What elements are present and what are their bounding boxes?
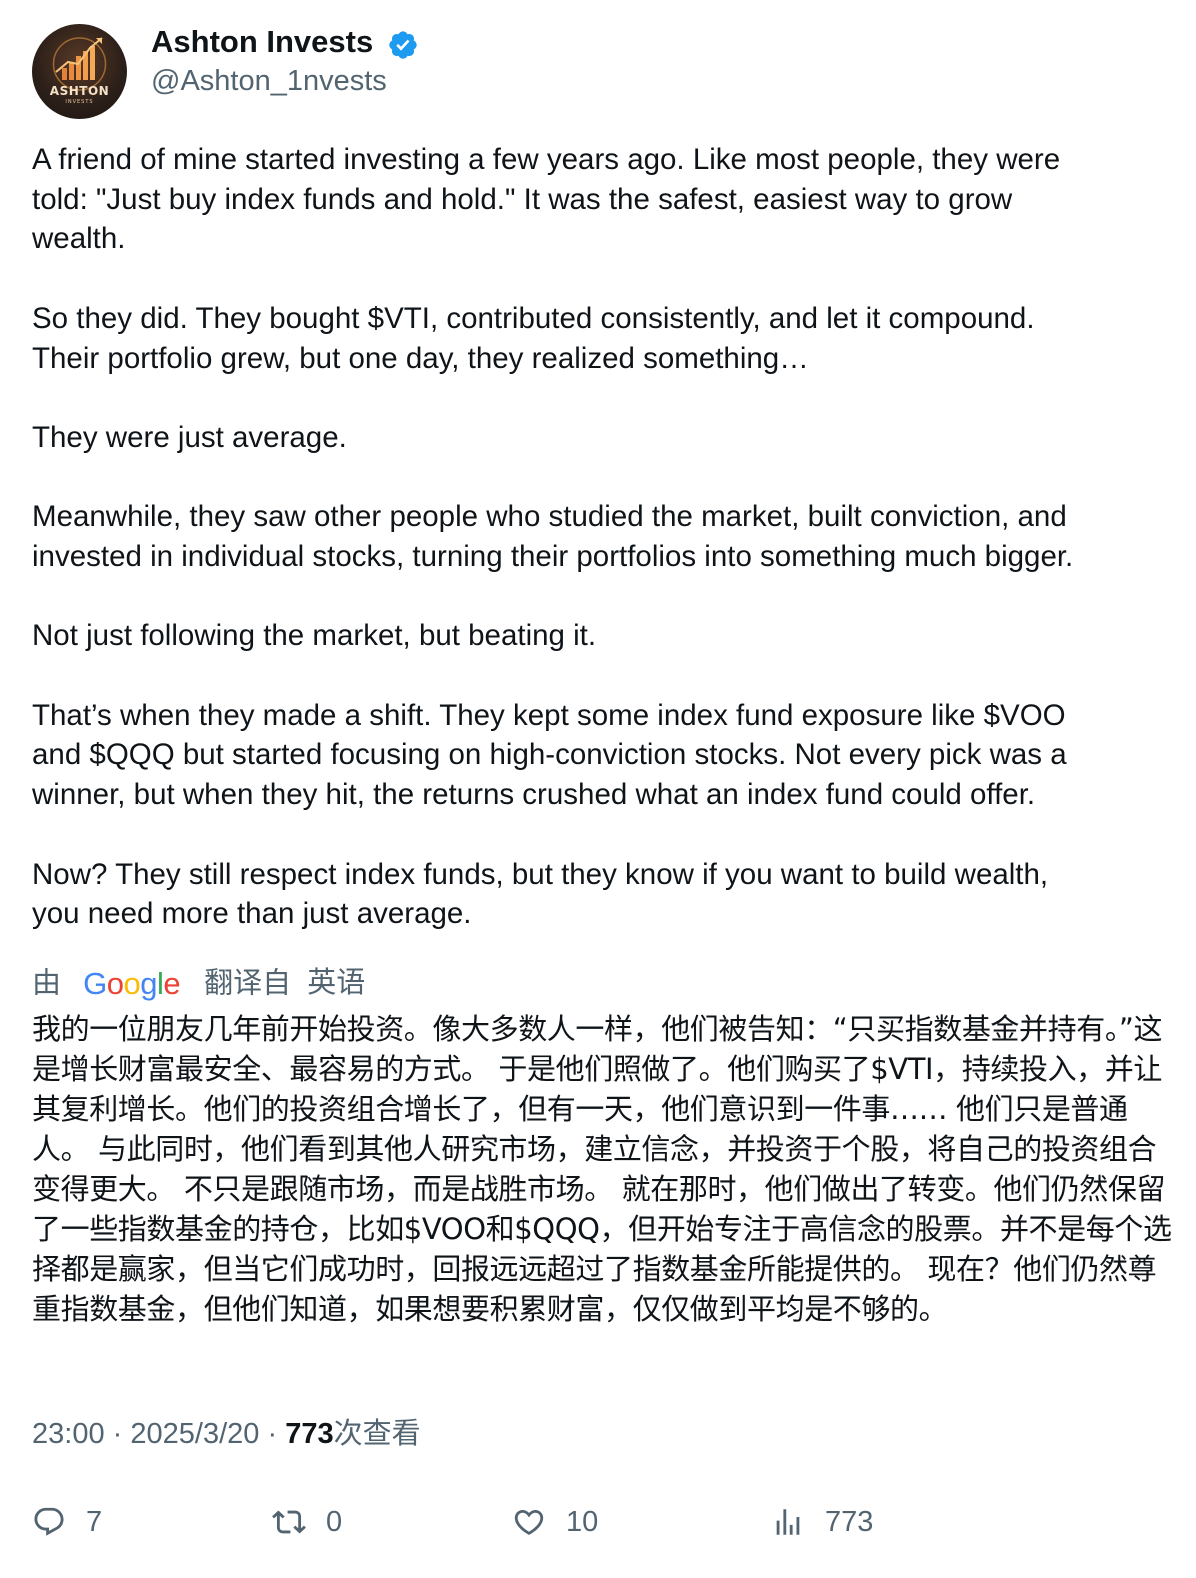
retweet-count: 0 (326, 1506, 343, 1538)
tweet-paragraph: Meanwhile, they saw other people who stu… (32, 500, 1074, 573)
source-language-label[interactable]: 英语 (307, 967, 365, 999)
views-action-count: 773 (825, 1506, 874, 1538)
tweet-paragraph: So they did. They bought $VTI, contribut… (32, 301, 1035, 375)
tweet-paragraph: That’s when they made a shift. They kept… (32, 698, 1067, 812)
views-button[interactable]: 773 (771, 1502, 873, 1542)
meta-separator: · (112, 1418, 123, 1450)
verified-badge-icon[interactable] (387, 29, 419, 61)
retweet-icon (272, 1510, 306, 1534)
author-display-name[interactable]: Ashton Invests (151, 22, 373, 62)
like-count: 10 (566, 1506, 599, 1538)
translated-from-label: 翻译自 (204, 967, 292, 1000)
tweet-paragraph: Not just following the market, but beati… (32, 619, 597, 653)
author-handle[interactable]: @Ashton_1nvests (151, 62, 387, 100)
retweet-button[interactable]: 0 (272, 1502, 342, 1542)
meta-separator: · (267, 1418, 278, 1450)
analytics-icon (776, 1509, 800, 1535)
tweet-detail: ASHTON INVESTS Ashton Invests @Ashton_1n… (0, 0, 1196, 1578)
google-logo: Google (83, 966, 181, 1002)
heart-icon (514, 1509, 544, 1535)
avatar[interactable]: ASHTON INVESTS (32, 24, 127, 119)
tweet-paragraph: A friend of mine started investing a few… (32, 143, 1061, 256)
translation-attribution: 由 Google 翻译自 英语 (32, 962, 365, 1002)
tweet-paragraph: Now? They still respect index funds, but… (32, 857, 1049, 931)
views-label: 次查看 (333, 1418, 421, 1450)
views-count: 773 (285, 1418, 334, 1450)
tweet-time[interactable]: 23:00 (32, 1418, 105, 1450)
reply-count: 7 (86, 1506, 103, 1538)
avatar-label: ASHTON (49, 84, 110, 98)
reply-button[interactable]: 7 (32, 1502, 102, 1542)
translated-by-label: 由 (32, 967, 62, 1000)
avatar-sublabel: INVESTS (65, 99, 94, 105)
tweet-meta: 23:00 · 2025/3/20 · 773次查看 (32, 1414, 421, 1454)
reply-icon (34, 1507, 64, 1536)
tweet-date[interactable]: 2025/3/20 (130, 1418, 259, 1450)
tweet-text: A friend of mine started investing a few… (32, 140, 1172, 934)
tweet-paragraph: They were just average. (32, 420, 347, 454)
like-button[interactable]: 10 (512, 1502, 598, 1542)
translated-text: 我的一位朋友几年前开始投资。像大多数人一样，他们被告知：“只买指数基金并持有。”… (32, 1012, 1172, 1326)
